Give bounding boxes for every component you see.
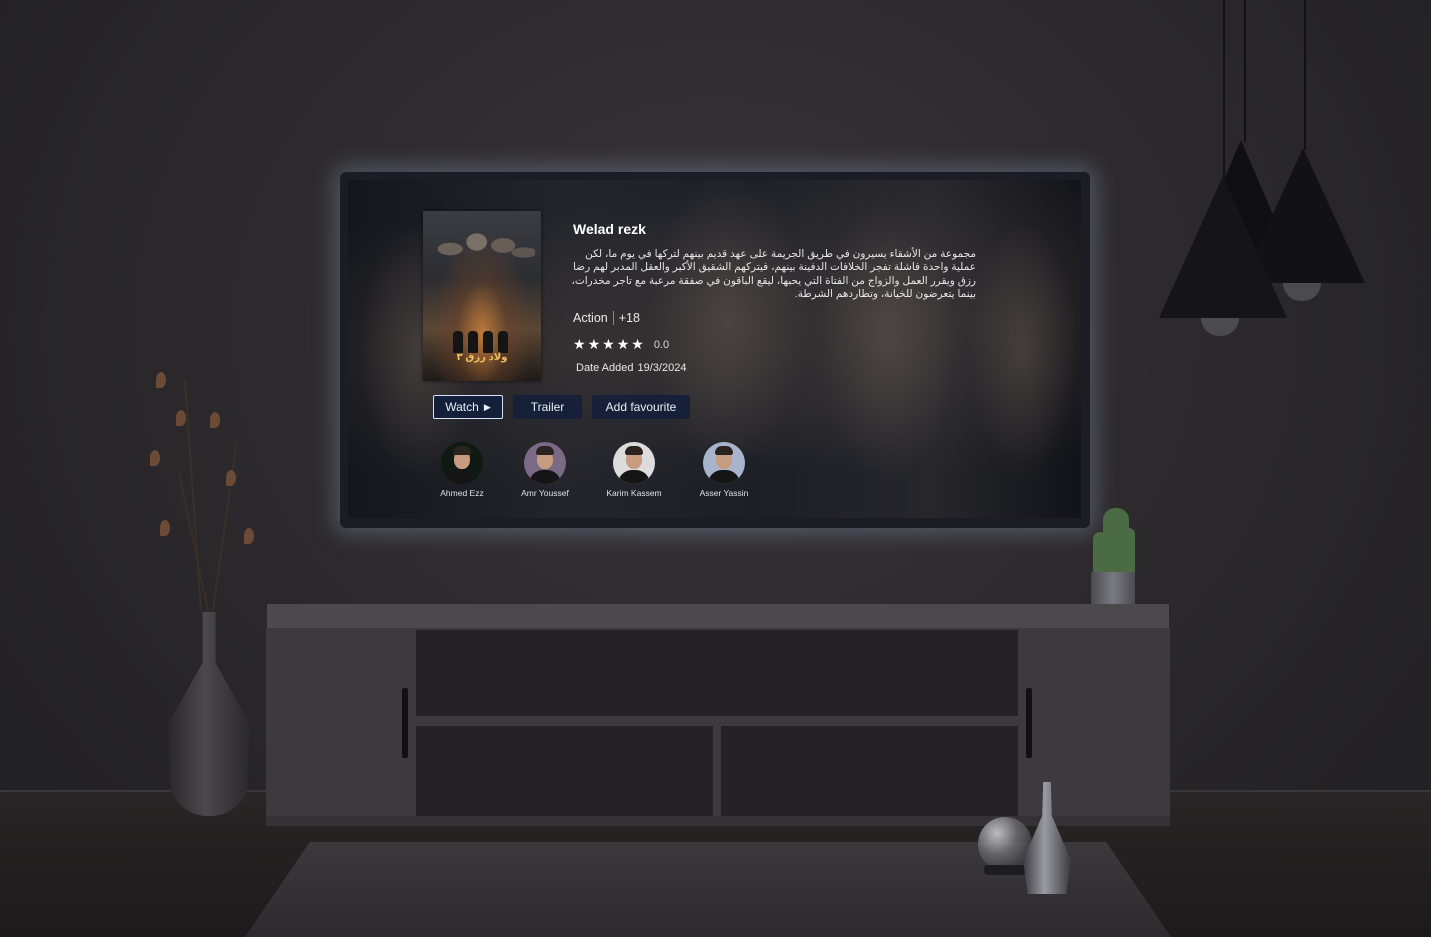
cast-member[interactable]: Amr Youssef [500,442,590,498]
floor-vase [168,612,250,816]
lamp-cord [1304,0,1306,150]
avatar-body [446,470,478,484]
trailer-button-label: Trailer [530,400,565,414]
star-icon: ★ [587,336,601,352]
cabinet-base [266,816,1170,826]
decor-leaf [226,470,236,486]
cast-name: Karim Kassem [606,488,662,498]
cabinet-handle [402,688,408,758]
cast-name: Ahmed Ezz [440,488,484,498]
tv-cabinet-top [267,604,1169,630]
movie-title: Welad rezk [573,221,646,237]
age-rating: +18 [618,311,640,325]
add-favourite-button[interactable]: Add favourite [592,395,690,419]
orb-stand [984,865,1026,875]
movie-poster[interactable]: ولاد رزق ٣ [423,211,541,381]
meta-divider [612,311,614,325]
star-icon: ★ [573,336,586,352]
cabinet-shelf [416,716,1018,726]
background-image [818,200,958,480]
star-icon: ★ [616,336,630,352]
cabinet-handle [1026,688,1032,758]
poster-faces [429,221,535,291]
cast-name: Amr Youssef [521,488,569,498]
star-rating: ★ ★ ★ ★ ★ 0.0 [573,336,669,353]
star-icon: ★ [602,336,615,352]
cast-member[interactable]: Ahmed Ezz [417,442,507,498]
avatar-body [708,470,740,484]
decor-leaf [160,520,170,536]
date-added: Date Added 19/3/2024 [576,362,686,374]
poster-title: ولاد رزق ٣ [456,352,508,363]
avatar-hair [536,446,554,455]
pendant-lamp [1159,176,1287,318]
cast-member[interactable]: Karim Kassem [589,442,679,498]
poster-figure [468,331,478,353]
cabinet-divider [713,726,721,816]
avatar-body [618,470,650,484]
decor-leaf [210,412,220,428]
cactus-plant [1093,532,1107,576]
cactus-plant [1123,528,1135,576]
avatar [441,442,483,484]
tv-screen: ولاد رزق ٣ Welad rezk مجموعة من الأشقاء … [348,180,1081,518]
star-icon: ★ [631,336,644,352]
avatar-body [529,470,561,484]
movie-meta: Action +18 [573,311,640,325]
watch-button-label: Watch [445,400,479,414]
avatar-hair [715,446,733,455]
cast-name: Asser Yassin [699,488,749,498]
movie-description: مجموعة من الأشقاء يسيرون في طريق الجريمة… [571,248,976,300]
avatar-hair [453,446,471,455]
genre-label: Action [573,311,608,325]
lamp-cord [1244,0,1246,142]
date-added-label: Date Added [576,362,634,374]
date-added-value: 19/3/2024 [637,362,687,374]
room-scene: ولاد رزق ٣ Welad rezk مجموعة من الأشقاء … [0,0,1431,937]
avatar [613,442,655,484]
avatar-hair [625,446,643,455]
decor-branch [212,441,238,611]
poster-figure [498,331,508,353]
add-favourite-button-label: Add favourite [605,400,677,414]
background-image [968,220,1078,480]
trailer-button[interactable]: Trailer [513,395,582,419]
background-image [648,180,808,470]
lamp-bulb [1283,283,1321,301]
cast-member[interactable]: Asser Yassin [679,442,769,498]
decor-branch [183,380,202,611]
avatar [703,442,745,484]
poster-figure [483,331,493,353]
decor-leaf [156,372,166,388]
avatar [524,442,566,484]
play-icon: ▶ [483,401,491,412]
poster-figure [453,331,463,353]
lamp-bulb [1201,318,1239,336]
decor-leaf [244,528,254,544]
rating-value: 0.0 [653,338,670,351]
decor-leaf [176,410,186,426]
watch-button[interactable]: Watch ▶ [433,395,503,419]
decor-leaf [150,450,160,466]
